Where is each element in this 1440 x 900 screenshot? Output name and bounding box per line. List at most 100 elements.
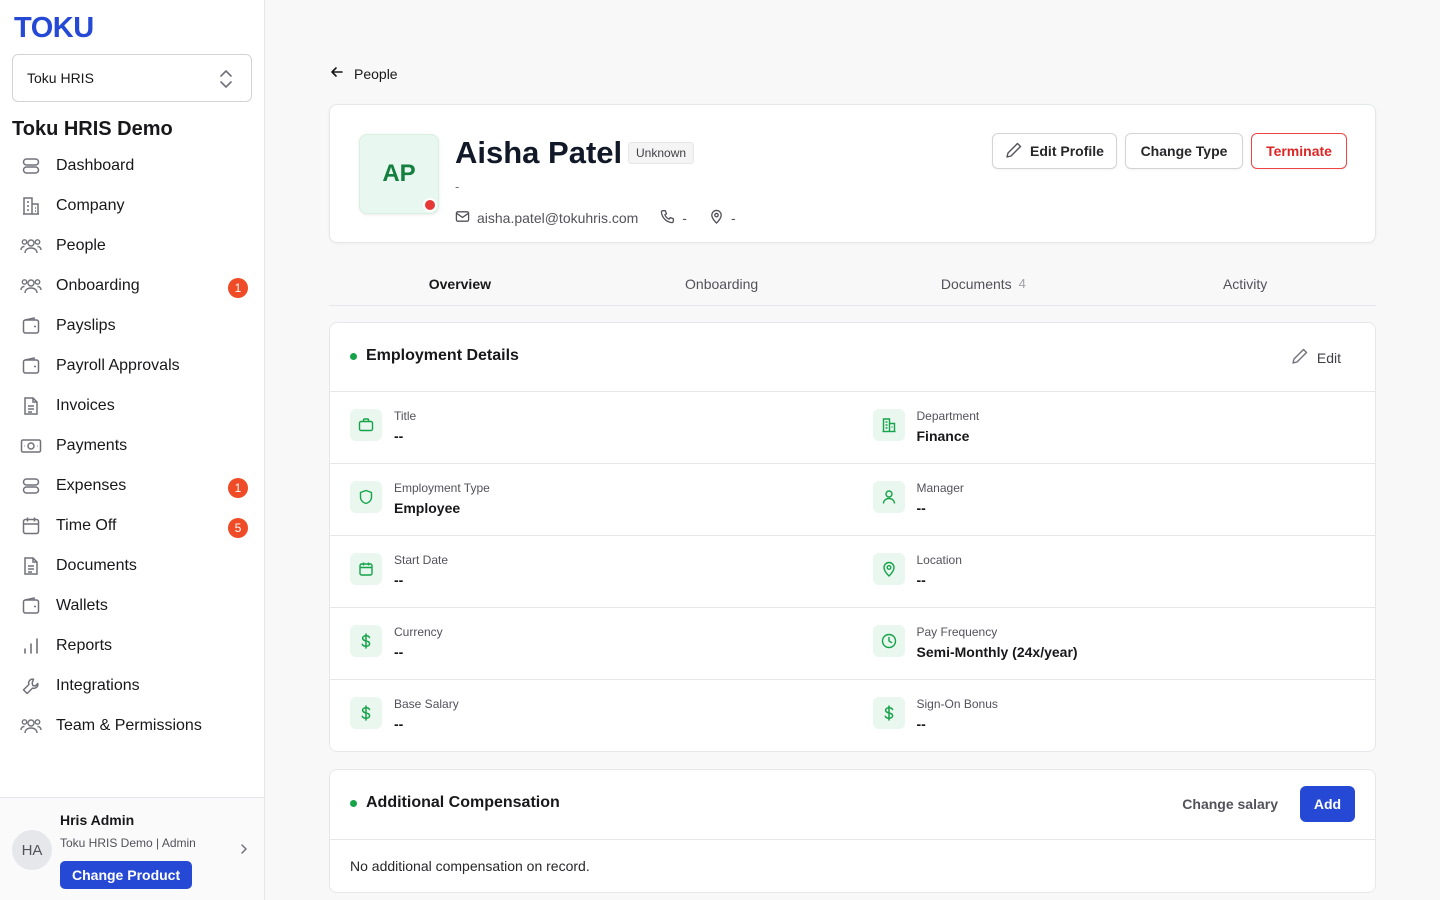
sidebar-item-label: Team & Permissions	[56, 717, 202, 734]
pencil-icon	[1291, 347, 1309, 368]
sidebar-item-payslips[interactable]: Payslips	[12, 306, 256, 346]
email-contact[interactable]: aisha.patel@tokuhris.com	[455, 209, 638, 227]
sidebar-item-label: Wallets	[56, 597, 108, 614]
toku-logo[interactable]: TOKU	[14, 12, 94, 45]
sidebar-item-label: Time Off	[56, 517, 117, 534]
section-title: Employment Details	[350, 347, 519, 365]
field-row: Currency -- Pay Frequency Semi-Monthly (…	[330, 608, 1375, 680]
tab-activity[interactable]: Activity	[1114, 262, 1376, 305]
notification-badge: 1	[228, 478, 248, 498]
field-value: --	[916, 572, 926, 588]
back-to-people-link[interactable]: People	[330, 65, 398, 82]
field-value: --	[916, 500, 926, 516]
sidebar-item-label: Payroll Approvals	[56, 357, 180, 374]
field-label: Currency	[394, 625, 443, 639]
sidebar-item-reports[interactable]: Reports	[12, 626, 256, 666]
field-value: Semi-Monthly (24x/year)	[916, 644, 1078, 660]
card-header: Additional Compensation Change salary Ad…	[330, 770, 1375, 840]
sidebar-item-wallets[interactable]: Wallets	[12, 586, 256, 626]
sidebar-item-label: Onboarding	[56, 277, 140, 294]
wallet-icon	[20, 595, 42, 617]
sidebar-item-team-permissions[interactable]: Team & Permissions	[12, 706, 256, 746]
back-link-label: People	[354, 65, 398, 82]
terminate-button[interactable]: Terminate	[1251, 133, 1347, 169]
edit-profile-button[interactable]: Edit Profile	[992, 133, 1117, 169]
document-icon	[20, 555, 42, 577]
field-label: Department	[916, 409, 980, 423]
field-label: Manager	[916, 481, 964, 495]
document-icon	[20, 395, 42, 417]
sidebar-item-time-off[interactable]: Time Off 5	[12, 506, 256, 546]
sidebar-item-integrations[interactable]: Integrations	[12, 666, 256, 706]
org-select-value: Toku HRIS	[27, 70, 94, 86]
database-icon	[20, 475, 42, 497]
sidebar-item-expenses[interactable]: Expenses 1	[12, 466, 256, 506]
profile-subtitle: -	[455, 179, 460, 194]
profile-name: Aisha Patel	[455, 135, 623, 170]
wallet-icon	[20, 315, 42, 337]
dollar-icon	[872, 697, 905, 729]
employment-details-card: Employment Details Edit Title -- Departm…	[329, 322, 1376, 752]
sidebar-item-label: Company	[56, 197, 125, 214]
field-currency: Currency --	[330, 608, 853, 679]
location-contact: -	[709, 209, 736, 227]
wallet-icon	[20, 355, 42, 377]
sidebar: TOKU Toku HRIS Toku HRIS Demo Dashboard …	[0, 0, 265, 900]
change-type-button[interactable]: Change Type	[1125, 133, 1243, 169]
shield-icon	[350, 481, 382, 513]
field-label: Pay Frequency	[916, 625, 998, 639]
field-start-date: Start Date --	[330, 536, 853, 607]
field-location: Location --	[853, 536, 1376, 607]
field-row: Start Date -- Location --	[330, 536, 1375, 608]
field-value: Employee	[394, 500, 461, 516]
location-value: -	[730, 210, 736, 226]
sidebar-item-label: People	[56, 237, 106, 254]
tab-overview[interactable]: Overview	[329, 262, 591, 305]
field-row: Title -- Department Finance	[330, 392, 1375, 464]
field-value: --	[394, 716, 404, 732]
empty-state-text: No additional compensation on record.	[350, 858, 590, 874]
field-department: Department Finance	[853, 392, 1376, 463]
add-compensation-button[interactable]: Add	[1300, 786, 1355, 822]
edit-profile-label: Edit Profile	[1030, 143, 1104, 159]
notification-badge: 5	[228, 518, 248, 538]
tab-label: Documents	[940, 275, 1012, 292]
sidebar-item-company[interactable]: Company	[12, 186, 256, 226]
people-icon	[20, 715, 42, 737]
email-value: aisha.patel@tokuhris.com	[477, 210, 639, 226]
people-icon	[20, 235, 42, 257]
people-icon	[20, 275, 42, 297]
tab-documents[interactable]: Documents 4	[853, 262, 1115, 305]
change-product-button[interactable]: Change Product	[60, 861, 193, 889]
sidebar-item-label: Dashboard	[56, 157, 135, 174]
sidebar-item-label: Integrations	[56, 677, 140, 694]
chevron-right-icon[interactable]	[240, 842, 248, 860]
edit-employment-button[interactable]: Edit	[1291, 347, 1341, 368]
calendar-icon	[20, 515, 42, 537]
org-select[interactable]: Toku HRIS	[12, 54, 252, 102]
mail-icon	[455, 209, 470, 227]
tab-label: Onboarding	[685, 275, 759, 292]
field-row: Employment Type Employee Manager --	[330, 464, 1375, 536]
employment-fields: Title -- Department Finance Employment T…	[330, 392, 1375, 751]
sidebar-item-payroll-approvals[interactable]: Payroll Approvals	[12, 346, 256, 386]
sidebar-item-dashboard[interactable]: Dashboard	[12, 146, 256, 186]
edit-label: Edit	[1316, 349, 1341, 366]
change-salary-button[interactable]: Change salary	[1182, 796, 1278, 812]
sidebar-item-documents[interactable]: Documents	[12, 546, 256, 586]
sidebar-item-onboarding[interactable]: Onboarding 1	[12, 266, 256, 306]
sidebar-item-payments[interactable]: Payments	[12, 426, 256, 466]
phone-icon	[660, 209, 675, 227]
tab-onboarding[interactable]: Onboarding	[591, 262, 853, 305]
field-label: Employment Type	[394, 481, 490, 495]
sidebar-item-invoices[interactable]: Invoices	[12, 386, 256, 426]
sidebar-item-people[interactable]: People	[12, 226, 256, 266]
wrench-icon	[20, 675, 42, 697]
avatar: HA	[12, 830, 52, 870]
phone-value: -	[682, 210, 687, 226]
org-title: Toku HRIS Demo	[12, 118, 173, 140]
user-footer[interactable]: HA Hris Admin Toku HRIS Demo | Admin Cha…	[0, 797, 264, 900]
building-icon	[20, 195, 42, 217]
phone-contact: -	[660, 209, 687, 227]
sidebar-nav: Dashboard Company People Onboarding 1 Pa…	[12, 146, 256, 746]
